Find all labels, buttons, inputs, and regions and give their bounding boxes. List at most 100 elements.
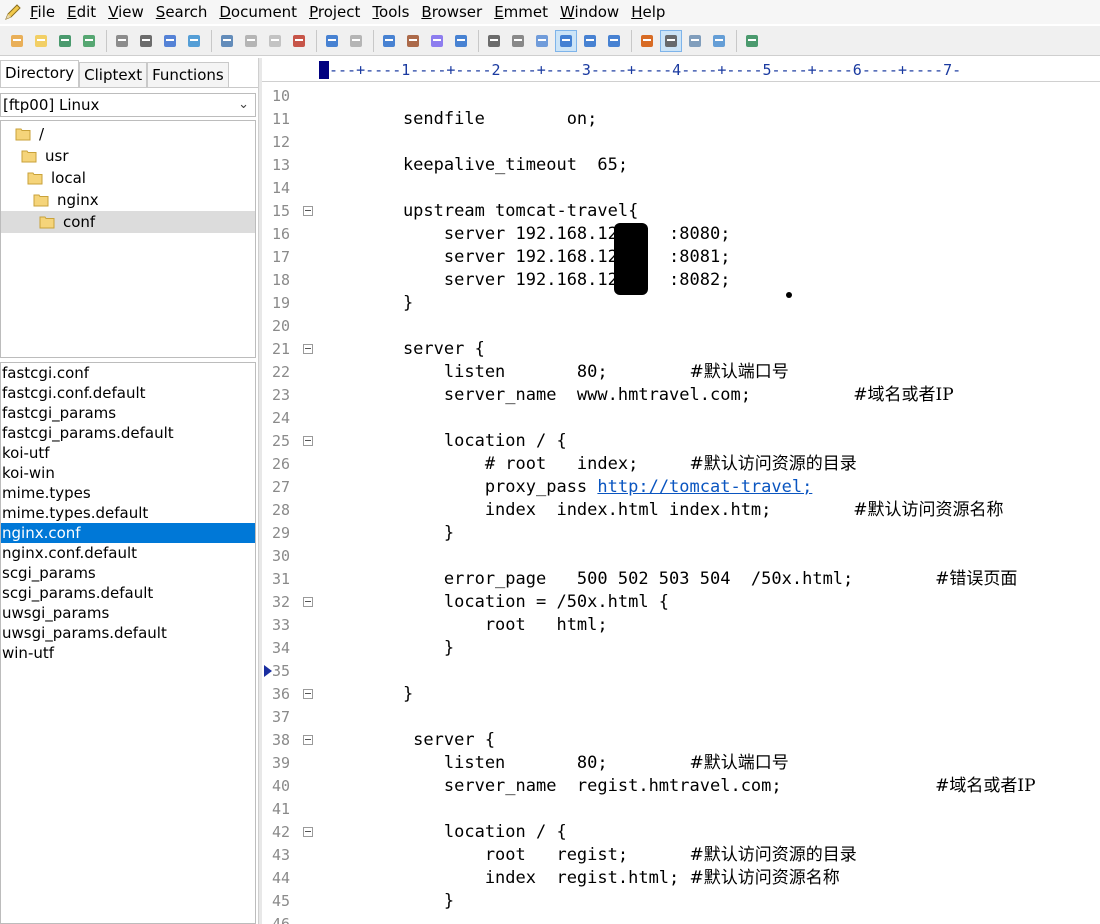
file-list-item[interactable]: uwsgi_params.default xyxy=(1,623,255,643)
column-button[interactable] xyxy=(555,29,577,52)
toolbar-separator xyxy=(106,29,107,52)
tab-functions[interactable]: Functions xyxy=(147,62,229,88)
line-number: 45 xyxy=(272,892,291,910)
menu-item-window[interactable]: Window xyxy=(554,0,625,24)
code-text: # root index; xyxy=(362,454,690,474)
list-button[interactable] xyxy=(636,30,658,52)
code-editor[interactable]: ---+----1----+----2----+----3----+----4-… xyxy=(262,58,1100,924)
toolbar-separator xyxy=(736,29,737,52)
paste-button[interactable] xyxy=(264,30,286,52)
menu-item-emmet[interactable]: Emmet xyxy=(488,0,554,24)
tab-directory[interactable]: Directory xyxy=(0,60,80,88)
print-preview-button[interactable] xyxy=(111,30,133,52)
menu-label: iew xyxy=(118,3,144,21)
undo-button[interactable] xyxy=(321,30,343,52)
code-text: } xyxy=(362,684,414,704)
file-list-item[interactable]: scgi_params xyxy=(1,563,255,583)
spell-check-button[interactable] xyxy=(159,30,181,52)
menu-item-project[interactable]: Project xyxy=(303,0,366,24)
folder-icon xyxy=(39,215,55,229)
find-in-files-button[interactable] xyxy=(426,30,448,52)
ruler-text: ---+----1----+----2----+----3----+----4-… xyxy=(329,61,962,79)
file-list-item[interactable]: mime.types.default xyxy=(1,503,255,523)
cut-button[interactable] xyxy=(216,30,238,52)
menu-item-view[interactable]: View xyxy=(102,0,150,24)
code-line: location / { xyxy=(362,430,567,453)
fold-toggle-icon[interactable] xyxy=(303,344,313,354)
code-text: listen 80; xyxy=(362,362,690,382)
fold-toggle-icon[interactable] xyxy=(303,436,313,446)
file-list-item[interactable]: mime.types xyxy=(1,483,255,503)
toolbar-separator xyxy=(373,29,374,52)
goto-button[interactable] xyxy=(450,30,472,52)
menu-item-edit[interactable]: Edit xyxy=(61,0,102,24)
save-all-button[interactable] xyxy=(78,30,100,52)
code-text: upstream tomcat-travel{ xyxy=(362,201,639,221)
font-button[interactable] xyxy=(483,30,505,52)
spell-button[interactable] xyxy=(603,30,625,52)
tree-folder-conf[interactable]: conf xyxy=(1,211,255,233)
menu-label: ile xyxy=(37,3,56,21)
menu-item-browser[interactable]: Browser xyxy=(415,0,488,24)
file-list-item[interactable]: koi-win xyxy=(1,463,255,483)
code-link[interactable]: http://tomcat-travel; xyxy=(597,477,812,497)
line-number: 22 xyxy=(272,363,291,381)
fold-toggle-icon[interactable] xyxy=(303,735,313,745)
line-number: 33 xyxy=(272,616,291,634)
save-icon xyxy=(59,34,71,47)
file-list-item[interactable]: uwsgi_params xyxy=(1,603,255,623)
fold-toggle-icon[interactable] xyxy=(303,206,313,216)
code-text: keepalive_timeout 65; xyxy=(362,155,629,175)
line-number: 23 xyxy=(272,386,291,404)
save-all-icon xyxy=(83,34,95,47)
redo-button[interactable] xyxy=(345,30,367,52)
preview-button[interactable] xyxy=(684,30,706,52)
tree-folder-usr[interactable]: usr xyxy=(1,145,255,167)
view-button[interactable] xyxy=(660,29,682,52)
menu-label: elp xyxy=(642,3,666,21)
tree-folder-local[interactable]: local xyxy=(1,167,255,189)
drive-select[interactable]: [ftp00] Linux ⌄ xyxy=(0,93,256,117)
file-list-item[interactable]: fastcgi.conf.default xyxy=(1,383,255,403)
menu-item-tools[interactable]: Tools xyxy=(366,0,415,24)
hex-button[interactable] xyxy=(507,30,529,52)
tree-folder-root[interactable]: / xyxy=(1,123,255,145)
menu-item-help[interactable]: Help xyxy=(625,0,671,24)
reload-button[interactable] xyxy=(183,30,205,52)
menu-item-search[interactable]: Search xyxy=(150,0,214,24)
copy-icon xyxy=(245,34,257,47)
find-button[interactable] xyxy=(378,30,400,52)
fold-toggle-icon[interactable] xyxy=(303,689,313,699)
ruler-button[interactable] xyxy=(579,30,601,52)
file-list-item[interactable]: win-utf xyxy=(1,643,255,663)
file-list-item[interactable]: nginx.conf xyxy=(1,523,255,543)
line-number: 46 xyxy=(272,915,291,924)
fold-toggle-icon[interactable] xyxy=(303,597,313,607)
browser-button[interactable] xyxy=(708,30,730,52)
chevron-down-icon: ⌄ xyxy=(238,97,249,112)
file-list-item[interactable]: scgi_params.default xyxy=(1,583,255,603)
print-button[interactable] xyxy=(135,30,157,52)
replace-button[interactable] xyxy=(402,30,424,52)
code-text: server_name regist.hmtravel.com; xyxy=(362,776,936,796)
file-list-item[interactable]: fastcgi.conf xyxy=(1,363,255,383)
file-list-item[interactable]: fastcgi_params xyxy=(1,403,255,423)
open-folder-button[interactable] xyxy=(30,30,52,52)
file-list-item[interactable]: nginx.conf.default xyxy=(1,543,255,563)
line-number: 16 xyxy=(272,225,291,243)
menu-item-file[interactable]: File xyxy=(24,0,61,24)
help-button[interactable] xyxy=(741,30,763,52)
copy-button[interactable] xyxy=(240,30,262,52)
new-file-button[interactable] xyxy=(6,30,28,52)
fold-toggle-icon[interactable] xyxy=(303,827,313,837)
file-list-item[interactable]: koi-utf xyxy=(1,443,255,463)
delete-button[interactable] xyxy=(288,30,310,52)
tab-cliptext[interactable]: Cliptext xyxy=(79,62,148,88)
file-list-item[interactable]: fastcgi_params.default xyxy=(1,423,255,443)
menu-item-document[interactable]: Document xyxy=(213,0,303,24)
tree-folder-nginx[interactable]: nginx xyxy=(1,189,255,211)
word-wrap-button[interactable] xyxy=(531,30,553,52)
help-icon xyxy=(746,34,758,47)
code-line: server { xyxy=(362,729,495,752)
save-button[interactable] xyxy=(54,30,76,52)
